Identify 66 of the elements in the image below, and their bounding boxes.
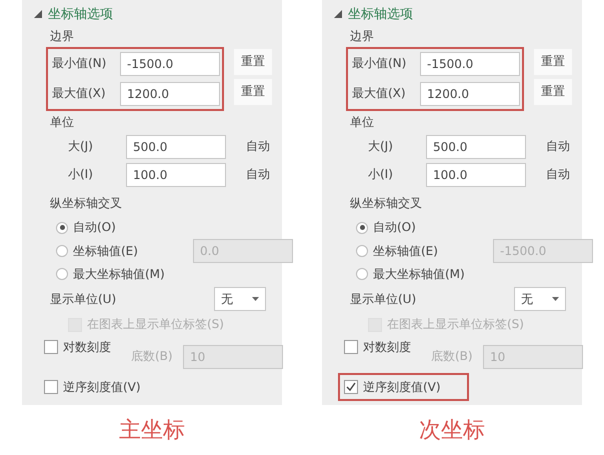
group-label: 单位 xyxy=(49,114,75,131)
section-title: 坐标轴选项 xyxy=(48,6,113,24)
status-text: 自动 xyxy=(546,138,570,156)
radio-button[interactable] xyxy=(56,222,68,234)
input-field[interactable]: -1500.0 xyxy=(420,52,520,76)
checkbox[interactable] xyxy=(344,340,358,354)
option-label: 自动(O) xyxy=(73,219,117,236)
input-field[interactable]: -1500.0 xyxy=(120,52,220,76)
radio-button[interactable] xyxy=(56,245,68,257)
collapse-triangle-icon[interactable] xyxy=(334,10,342,18)
field-label: 小(I) xyxy=(68,166,94,184)
input-field[interactable]: 1200.0 xyxy=(420,82,520,106)
field-label: 显示单位(U) xyxy=(350,290,418,308)
field-label: 大(J) xyxy=(68,138,94,156)
group-label: 单位 xyxy=(349,114,375,131)
checkbox[interactable] xyxy=(44,380,58,394)
field-label: 最大值(X) xyxy=(352,85,407,102)
group-label: 边界 xyxy=(49,28,75,45)
field-label: 底数(B) xyxy=(431,348,474,366)
field-label: 底数(B) xyxy=(131,348,174,366)
checkbox-label: 逆序刻度值(V) xyxy=(63,378,142,396)
field-label: 最大值(X) xyxy=(52,85,107,102)
dropdown-arrow-icon xyxy=(552,297,559,302)
field-label: 最小值(N) xyxy=(52,55,108,72)
group-label: 纵坐标轴交叉 xyxy=(49,194,123,212)
input-field[interactable]: 1200.0 xyxy=(120,82,220,106)
field-label: 显示单位(U) xyxy=(50,290,118,308)
checkbox-label: 在图表上显示单位标签(S) xyxy=(87,316,225,334)
checkbox-label: 对数刻度 xyxy=(63,338,112,356)
status-text: 自动 xyxy=(546,166,570,184)
option-label: 坐标轴值(E) xyxy=(73,242,139,260)
reset-button[interactable]: 重置 xyxy=(234,48,272,75)
input-field[interactable]: 500.0 xyxy=(126,134,226,159)
input-field[interactable]: 100.0 xyxy=(126,162,226,187)
field-label: 大(J) xyxy=(368,138,394,156)
option-label: 最大坐标轴值(M) xyxy=(73,266,166,283)
checkbox-label: 对数刻度 xyxy=(363,338,412,356)
reset-button[interactable]: 重置 xyxy=(534,48,572,75)
checkbox-label: 逆序刻度值(V) xyxy=(363,378,442,396)
radio-button[interactable] xyxy=(356,245,368,257)
checkbox[interactable] xyxy=(44,340,58,354)
dropdown-arrow-icon xyxy=(252,297,259,302)
reset-button[interactable]: 重置 xyxy=(234,78,272,105)
status-text: 自动 xyxy=(246,138,270,156)
caption: 次坐标 xyxy=(419,417,485,445)
dropdown[interactable]: 无 xyxy=(214,287,266,312)
radio-button[interactable] xyxy=(356,268,368,280)
field-label: 最小值(N) xyxy=(352,55,408,72)
input-field[interactable]: 100.0 xyxy=(426,162,526,187)
collapse-triangle-icon[interactable] xyxy=(34,10,42,18)
status-text: 自动 xyxy=(246,166,270,184)
option-label: 最大坐标轴值(M) xyxy=(373,266,466,283)
radio-button[interactable] xyxy=(356,222,368,234)
input-field[interactable]: 500.0 xyxy=(426,134,526,159)
section-title: 坐标轴选项 xyxy=(348,6,413,24)
group-label: 边界 xyxy=(349,28,375,45)
option-label: 自动(O) xyxy=(373,219,417,236)
checkbox-label: 在图表上显示单位标签(S) xyxy=(387,316,525,334)
option-label: 坐标轴值(E) xyxy=(373,242,439,260)
group-label: 纵坐标轴交叉 xyxy=(349,194,423,212)
dropdown[interactable]: 无 xyxy=(514,287,566,312)
caption: 主坐标 xyxy=(119,417,185,445)
reset-button[interactable]: 重置 xyxy=(534,78,572,105)
field-label: 小(I) xyxy=(368,166,394,184)
radio-button[interactable] xyxy=(56,268,68,280)
checkbox[interactable] xyxy=(344,380,358,394)
